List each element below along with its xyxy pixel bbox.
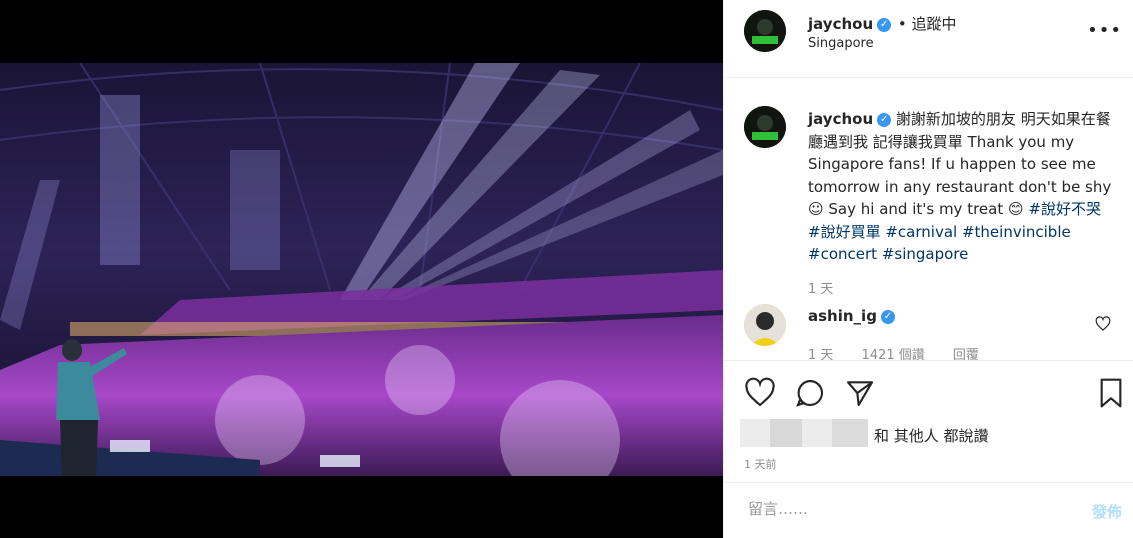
bookmark-icon[interactable]	[1096, 377, 1126, 409]
comment-icon[interactable]	[794, 377, 826, 409]
hashtag-link[interactable]: #carnival	[885, 223, 957, 241]
heart-icon[interactable]	[1095, 316, 1111, 332]
heart-icon[interactable]	[744, 377, 776, 409]
share-icon[interactable]	[844, 377, 876, 409]
verified-badge-icon: ✓	[880, 309, 895, 324]
comment-username[interactable]: ashin_ig	[808, 307, 877, 325]
caption-username[interactable]: jaychou	[808, 110, 873, 128]
post-side-panel: jaychou ✓ • 追蹤中 Singapore ••• jaychou ✓ 謝謝…	[723, 0, 1133, 538]
post-caption: jaychou ✓ 謝謝新加坡的朋友 明天如果在餐廳遇到我 記得讓我買單 Than…	[808, 108, 1118, 266]
add-comment-bar: 發佈	[724, 482, 1133, 538]
hashtag-link[interactable]: #說好不哭	[1028, 200, 1101, 218]
author-name-row: jaychou ✓ • 追蹤中	[808, 13, 957, 34]
liked-by-avatars	[740, 419, 868, 449]
more-horizontal-icon[interactable]: •••	[1087, 20, 1122, 41]
comment-likes-count[interactable]: 1421 個讚	[862, 348, 925, 360]
caption-timestamp: 1 天	[808, 282, 834, 297]
reply-link[interactable]: 回覆	[953, 348, 979, 360]
verified-badge-icon: ✓	[877, 17, 892, 32]
author-username[interactable]: jaychou	[808, 15, 873, 33]
blurred-avatar	[770, 419, 802, 447]
post-media[interactable]	[0, 0, 723, 538]
post-timestamp: 1 天前	[744, 458, 777, 471]
comment-meta: 1 天 1421 個讚 回覆	[808, 344, 1108, 360]
follow-status[interactable]: • 追蹤中	[898, 15, 957, 33]
post-comment-button[interactable]: 發佈	[1092, 501, 1122, 522]
author-avatar[interactable]	[744, 10, 786, 52]
post-actions: 和 其他人 都說讚 1 天前	[724, 360, 1133, 478]
post-location[interactable]: Singapore	[808, 36, 874, 51]
concert-photo	[0, 0, 723, 538]
comment-author-row: ashin_ig ✓	[808, 307, 895, 325]
comment-timestamp: 1 天	[808, 348, 834, 360]
liked-by-text[interactable]: 和 其他人 都說讚	[874, 425, 989, 446]
post-header: jaychou ✓ • 追蹤中 Singapore •••	[724, 0, 1133, 78]
hashtag-link[interactable]: #theinvincible	[962, 223, 1071, 241]
blurred-avatar	[740, 419, 770, 447]
comment-input[interactable]	[746, 499, 1050, 519]
commenter-avatar[interactable]	[744, 304, 786, 346]
caption-avatar[interactable]	[744, 106, 786, 148]
blurred-avatar	[802, 419, 832, 447]
verified-badge-icon: ✓	[877, 112, 892, 127]
hashtag-link[interactable]: #singapore	[882, 245, 969, 263]
hashtag-link[interactable]: #concert	[808, 245, 877, 263]
blurred-avatar	[832, 419, 868, 447]
hashtag-link[interactable]: #說好買單	[808, 223, 881, 241]
